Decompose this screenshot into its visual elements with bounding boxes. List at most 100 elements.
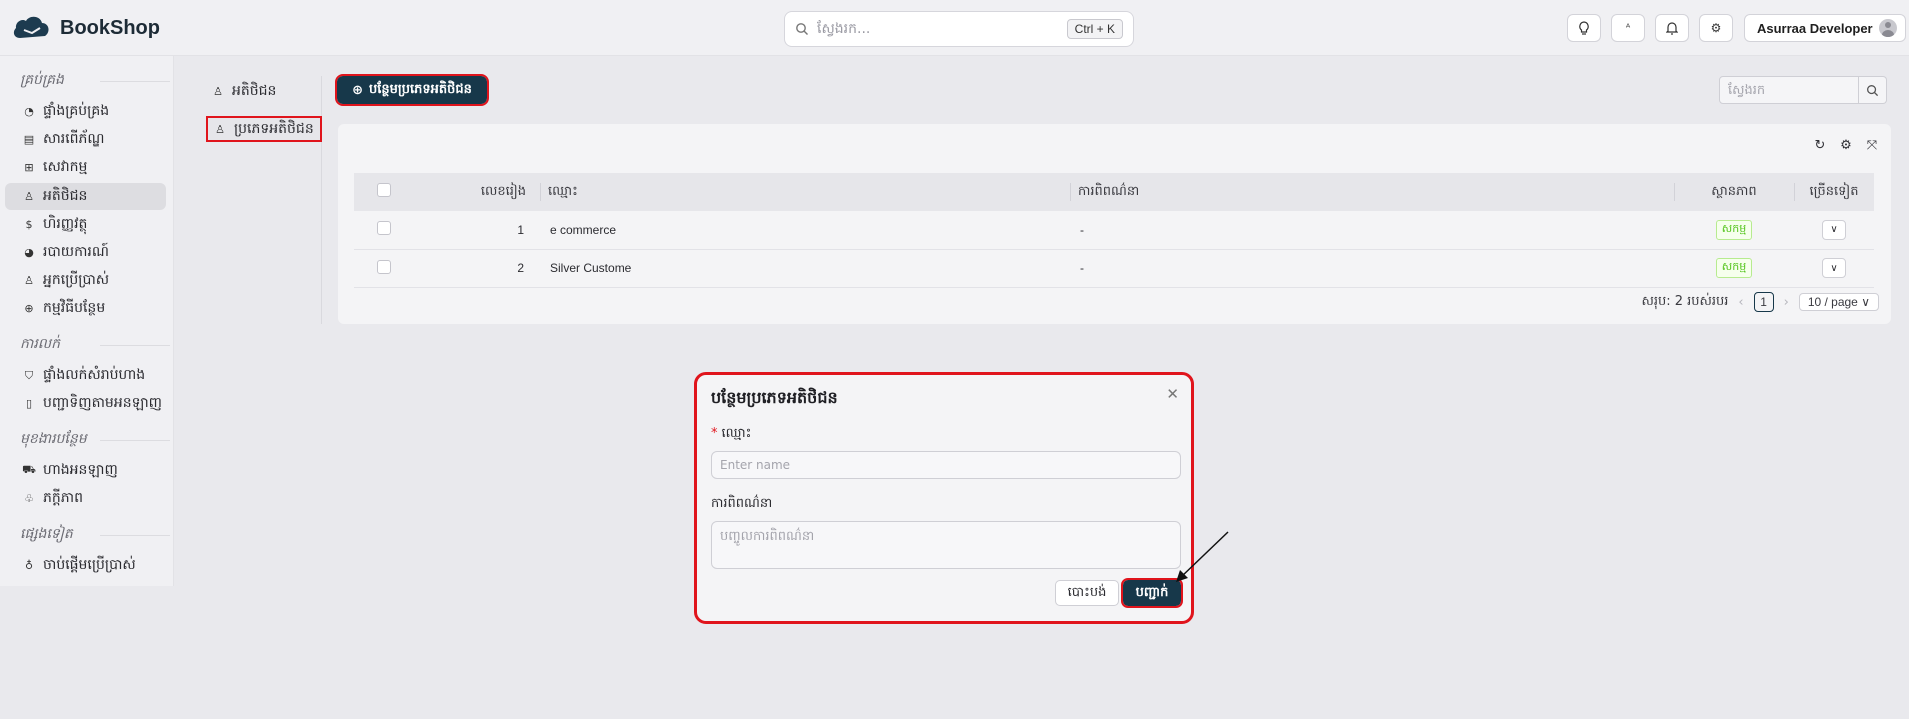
global-search[interactable]: ស្វែងរក... Ctrl + K <box>784 11 1134 47</box>
sidebar-item-loyalty[interactable]: ♧ ភក្ដីភាព <box>5 485 166 512</box>
name-input[interactable]: Enter name <box>711 451 1181 479</box>
refresh-icon[interactable]: ↻ <box>1813 138 1827 153</box>
column-header-status[interactable]: ស្ថានភាព <box>1674 173 1794 211</box>
sidebar-item-online-orders[interactable]: ▯ បញ្ជាទិញតាមអនឡាញ <box>5 390 166 417</box>
avatar <box>1879 19 1897 37</box>
customer-subnav: ♙ អតិថិជន ♙ ប្រភេទអតិថិជន <box>200 76 322 324</box>
table-header-row: លេខរៀង ឈ្មោះ ការពិពណ៌នា ស្ថានភាព ច្រើនទៀ… <box>354 173 1874 211</box>
pagination: សរុប: 2 របស់របរ ‹ 1 › 10 / page ∨ <box>1641 292 1879 312</box>
divider <box>1794 183 1795 201</box>
sidebar-item-get-started[interactable]: ♁ ចាប់ផ្តើមប្រើប្រាស់ <box>5 552 166 579</box>
sidebar-item-label: ហិរញ្ញវត្ថុ <box>43 216 88 232</box>
description-textarea[interactable]: បញ្ចូលការពិពណ៌នា <box>711 521 1181 569</box>
sidebar-item-inventory[interactable]: ▤ សារពើភ័ណ្ឌ <box>5 126 166 153</box>
sidebar-item-label: សារពើភ័ណ្ឌ <box>43 131 105 147</box>
sidebar-item-online-shop[interactable]: ⛟ ហាងអនឡាញ <box>5 457 166 484</box>
app-logo[interactable]: BookShop <box>12 12 160 44</box>
page-size-select[interactable]: 10 / page ∨ <box>1798 293 1879 311</box>
cell-description: - <box>1080 222 1084 237</box>
sidebar-item-label: កម្មវិធីបន្ថែម <box>43 300 106 316</box>
sidebar-item-label: របាយការណ៍ <box>43 244 109 260</box>
sidebar-item-label: ចាប់ផ្តើមប្រើប្រាស់ <box>43 557 136 573</box>
close-icon[interactable]: ✕ <box>1166 385 1179 403</box>
sidebar-item-finance[interactable]: $ ហិរញ្ញវត្ថុ <box>5 211 166 238</box>
cancel-button[interactable]: បោះបង់ <box>1055 580 1119 606</box>
divider <box>100 440 170 441</box>
divider <box>1070 183 1071 201</box>
customer-type-table: លេខរៀង ឈ្មោះ ការពិពណ៌នា ស្ថានភាព ច្រើនទៀ… <box>354 173 1874 288</box>
sidebar-section-title: គ្រប់គ្រង <box>20 72 64 88</box>
dollar-icon: $ <box>25 218 33 231</box>
table-search-button[interactable] <box>1859 76 1887 104</box>
inventory-icon: ▤ <box>23 133 35 146</box>
cell-description: - <box>1080 261 1084 275</box>
sidebar-item-users[interactable]: ♙ អ្នកប្រើប្រាស់ <box>5 267 166 294</box>
select-all-cell <box>354 173 414 211</box>
cart-icon: ⛟ <box>22 463 36 476</box>
chevron-down-icon: ∨ <box>1861 295 1870 309</box>
add-customer-type-modal: បន្ថែមប្រភេទអតិថិជន ✕ * ឈ្មោះ Enter name … <box>694 372 1194 624</box>
sidebar-item-label: សេវាកម្ម <box>43 159 88 175</box>
bulb-icon: ♁ <box>24 559 34 572</box>
cloud-book-icon <box>13 16 49 38</box>
required-mark: * <box>711 426 718 441</box>
sidebar-item-services[interactable]: ⊞ សេវាកម្ម <box>5 154 166 181</box>
status-badge: សកម្ម <box>1715 258 1753 278</box>
row-checkbox[interactable] <box>377 221 391 236</box>
table-search-input[interactable]: ស្វែងរក <box>1719 76 1860 104</box>
translate-icon: ᴬ <box>1625 22 1631 34</box>
sidebar-item-pos[interactable]: ⛉ ផ្ទាំងលក់សំរាប់ហាង <box>5 362 166 389</box>
row-more-button[interactable]: ∨ <box>1822 258 1846 278</box>
search-icon <box>1867 84 1879 96</box>
column-header-label: ស្ថានភាព <box>1711 183 1757 199</box>
row-checkbox[interactable] <box>377 259 391 274</box>
bulb-button[interactable] <box>1567 14 1601 42</box>
sidebar-item-label: អតិថិជន <box>43 188 88 204</box>
sidebar-item-reports[interactable]: ◕ របាយការណ៍ <box>5 239 166 266</box>
notification-button[interactable] <box>1655 14 1689 42</box>
sidebar-item-dashboard[interactable]: ◔ ផ្ទាំងគ្រប់គ្រង <box>5 98 166 125</box>
settings-icon[interactable]: ⚙ <box>1839 138 1853 153</box>
loyalty-icon: ♧ <box>24 492 34 505</box>
chevron-down-icon: ∨ <box>1830 224 1838 236</box>
divider <box>100 535 170 536</box>
sidebar-item-label: អ្នកប្រើប្រាស់ <box>43 272 110 288</box>
page-number[interactable]: 1 <box>1753 292 1774 312</box>
dashboard-icon: ◔ <box>24 105 34 118</box>
pie-chart-icon: ◕ <box>24 246 34 259</box>
sidebar-item-label: ហាងអនឡាញ <box>43 462 118 478</box>
subnav-item-customer-types[interactable]: ♙ ប្រភេទអតិថិជន <box>206 116 322 142</box>
page-size-value: 10 / page <box>1807 295 1858 309</box>
top-header: BookShop ស្វែងរក... Ctrl + K ᴬ ⚙ Asurraa… <box>0 0 1909 56</box>
column-header-no[interactable]: លេខរៀង <box>414 173 540 211</box>
user-name: Asurraa Developer <box>1757 20 1873 36</box>
table-toolbar: ↻ ⚙ ⤧ <box>1813 138 1879 153</box>
sidebar-item-customers[interactable]: ♙ អតិថិជន <box>5 183 166 210</box>
select-all-checkbox[interactable] <box>377 183 391 197</box>
cell-no: 1 <box>517 222 524 237</box>
cell-name: e commerce <box>550 222 617 237</box>
cell-no: 2 <box>517 261 524 275</box>
subnav-item-customers[interactable]: ♙ អតិថិជន <box>206 78 276 104</box>
next-page-icon[interactable]: › <box>1784 295 1789 310</box>
sidebar-section-title: ការលក់ <box>20 336 60 352</box>
sidebar: គ្រប់គ្រង ◔ ផ្ទាំងគ្រប់គ្រង ▤ សារពើភ័ណ្ឌ… <box>0 56 174 586</box>
divider <box>100 345 170 346</box>
divider <box>100 81 170 82</box>
column-header-description[interactable]: ការពិពណ៌នា <box>1070 173 1674 211</box>
table-row: 2 Silver Custome - សកម្ម ∨ <box>354 249 1874 287</box>
language-button[interactable]: ᴬ <box>1611 14 1645 42</box>
sidebar-item-label: បញ្ជាទិញតាមអនឡាញ <box>43 395 163 411</box>
sidebar-item-plugins[interactable]: ⊕ កម្មវិធីបន្ថែម <box>5 295 166 322</box>
add-customer-type-button[interactable]: ⊕ បន្ថែមប្រភេទអតិថិជន <box>335 74 489 106</box>
column-header-name[interactable]: ឈ្មោះ <box>540 173 1070 211</box>
shirt-icon: ⛉ <box>24 368 34 382</box>
user-menu[interactable]: Asurraa Developer <box>1744 14 1906 42</box>
fullscreen-icon[interactable]: ⤧ <box>1865 138 1879 153</box>
status-badge: សកម្ម <box>1715 219 1753 240</box>
column-header-more: ច្រើនទៀត <box>1794 173 1874 211</box>
prev-page-icon[interactable]: ‹ <box>1738 295 1743 310</box>
settings-button[interactable]: ⚙ <box>1699 14 1733 42</box>
cell-name: Silver Custome <box>550 261 632 275</box>
row-more-button[interactable]: ∨ <box>1822 219 1846 240</box>
